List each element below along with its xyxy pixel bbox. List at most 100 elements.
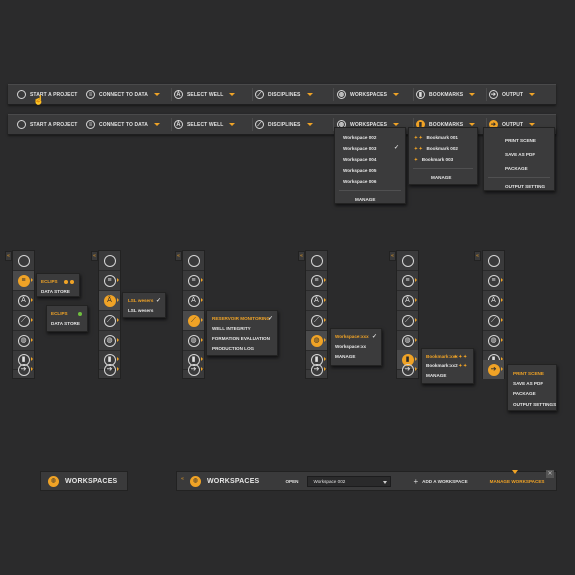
select-well-button[interactable]: Å bbox=[13, 291, 34, 311]
menu-item[interactable]: Workspace:xx bbox=[331, 342, 381, 352]
start-project-button[interactable] bbox=[13, 251, 34, 271]
start-project-button[interactable] bbox=[483, 251, 504, 271]
menu-item[interactable]: PRINT SCENE bbox=[484, 135, 554, 146]
menu-item[interactable]: PRINT SCENE bbox=[508, 369, 556, 379]
menu-item[interactable]: FORMATION EVALUATION bbox=[207, 334, 277, 344]
workspace-select[interactable]: Workspace 002 bbox=[307, 475, 392, 487]
connect-data-button[interactable]: ≡ bbox=[99, 271, 120, 291]
collapse-tab[interactable]: « bbox=[179, 475, 186, 487]
menu-item[interactable]: PACKAGE bbox=[484, 163, 554, 174]
start-project-button[interactable]: START A PROJECT bbox=[17, 115, 77, 134]
select-well-button[interactable]: Å SELECT WELL bbox=[174, 115, 236, 134]
collapse-tab[interactable]: « bbox=[5, 251, 12, 261]
menu-item[interactable]: ✦ Bookmark 003 bbox=[409, 154, 477, 165]
output-icon: ➔ bbox=[310, 363, 323, 376]
status-dot bbox=[76, 309, 82, 319]
menu-item[interactable]: Workspace 004 bbox=[335, 154, 405, 165]
menu-item[interactable]: Bookmark:xxx ✦✦✦ bbox=[422, 352, 473, 361]
menu-item[interactable]: LSL wesers bbox=[123, 306, 165, 316]
manage-item[interactable]: MANAGE bbox=[422, 370, 473, 382]
start-project-button[interactable] bbox=[306, 251, 327, 271]
collapse-tab[interactable]: « bbox=[474, 251, 481, 261]
select-well-button[interactable]: Å bbox=[306, 291, 327, 311]
collapse-tab[interactable]: « bbox=[298, 251, 305, 261]
menu-item[interactable]: ✦✦ Bookmark 002 bbox=[409, 143, 477, 154]
output-button[interactable]: ➔ bbox=[483, 360, 504, 379]
menu-item[interactable]: SAVE AS PDF bbox=[484, 149, 554, 160]
menu-item[interactable]: RESERVOIR MONITORING ✓ bbox=[207, 314, 277, 324]
workspaces-icon: ◍ bbox=[103, 334, 116, 347]
plus-icon[interactable]: + bbox=[413, 477, 418, 486]
menu-item[interactable]: Workspace 002 bbox=[335, 132, 405, 143]
collapse-tab[interactable]: « bbox=[91, 251, 98, 261]
start-project-button[interactable] bbox=[397, 251, 418, 271]
vertical-toolbar-3: ≡ Å ⟋ ◍ ▮ ➔ bbox=[182, 250, 205, 379]
disciplines-button[interactable]: ⟋ bbox=[13, 311, 34, 331]
menu-item[interactable]: Workspace:xxx ✓ bbox=[331, 332, 381, 342]
close-icon[interactable]: ✕ bbox=[546, 470, 554, 478]
manage-item[interactable]: MANAGE bbox=[409, 172, 477, 183]
menu-item[interactable]: Bookmark:xx2 ✦✦ bbox=[422, 361, 473, 370]
manage-item[interactable]: MANAGE bbox=[335, 194, 405, 205]
start-project-button[interactable] bbox=[99, 251, 120, 271]
output-button[interactable]: ➔ bbox=[306, 360, 327, 379]
output-button[interactable]: ➔ bbox=[183, 360, 204, 379]
disciplines-button[interactable]: ⟋ DISCIPLINES bbox=[255, 115, 313, 134]
connect-data-button[interactable]: ≡ CONNECT TO DATA bbox=[86, 115, 160, 134]
manage-item[interactable]: MANAGE bbox=[331, 352, 381, 362]
menu-item[interactable]: SAVE AS PDF bbox=[508, 379, 556, 389]
workspaces-button[interactable]: ◍ bbox=[13, 331, 34, 351]
menu-item[interactable]: Workspace 003 ✓ bbox=[335, 143, 405, 154]
output-button[interactable]: ➔ bbox=[397, 360, 418, 379]
menu-item[interactable]: DATA STORE bbox=[37, 287, 79, 297]
workspaces-panel-collapsed[interactable]: ◍ WORKSPACES bbox=[40, 471, 128, 491]
output-button[interactable]: ➔ bbox=[13, 360, 34, 379]
chevron-right-icon bbox=[415, 278, 417, 282]
connect-data-button[interactable]: ≡ bbox=[397, 271, 418, 291]
disciplines-button[interactable]: ⟋ bbox=[306, 311, 327, 331]
menu-item[interactable]: ECLIPS bbox=[37, 277, 79, 287]
menu-item[interactable]: PACKAGE bbox=[508, 389, 556, 399]
menu-item[interactable]: WELL INTEGRITY bbox=[207, 324, 277, 334]
select-well-button[interactable]: Å bbox=[99, 291, 120, 311]
menu-item[interactable]: OUTPUT SETTINGS bbox=[508, 399, 556, 411]
output-button[interactable]: ➔ bbox=[99, 360, 120, 379]
disciplines-button[interactable]: ⟋ bbox=[99, 311, 120, 331]
workspaces-button[interactable]: ◍ bbox=[397, 331, 418, 351]
menu-item[interactable]: OUTPUT SETTING bbox=[484, 181, 554, 192]
workspaces-button[interactable]: ◍ bbox=[306, 331, 327, 351]
menu-item[interactable]: PRODUCTION LOG bbox=[207, 344, 277, 354]
menu-item[interactable]: ✦✦ Bookmark 001 bbox=[409, 132, 477, 143]
menu-item[interactable]: LSL wesers ✓ bbox=[123, 296, 165, 306]
connect-data-button[interactable]: ≡ bbox=[183, 271, 204, 291]
workspaces-button[interactable]: ◍ bbox=[183, 331, 204, 351]
connect-data-button[interactable]: ≡ bbox=[306, 271, 327, 291]
manage-workspaces-button[interactable]: MANAGE WORKSPACES bbox=[490, 469, 544, 484]
workspaces-button[interactable]: ◍ WORKSPACES bbox=[337, 85, 400, 104]
connect-data-button[interactable]: ≡ bbox=[13, 271, 34, 291]
disciplines-button[interactable]: ⟋ bbox=[483, 311, 504, 331]
connect-data-button[interactable]: ≡ bbox=[483, 271, 504, 291]
start-project-button[interactable] bbox=[183, 251, 204, 271]
bookmarks-button[interactable]: ▮ BOOKMARKS bbox=[416, 85, 476, 104]
divider bbox=[488, 177, 550, 178]
menu-item[interactable]: Workspace 005 bbox=[335, 165, 405, 176]
menu-item[interactable]: Workspace 006 bbox=[335, 176, 405, 187]
menu-item[interactable]: DATA STORE bbox=[47, 319, 87, 329]
menu-item[interactable]: ECLIPS bbox=[47, 309, 87, 319]
connect-data-button[interactable]: ≡ CONNECT TO DATA bbox=[86, 85, 160, 104]
add-workspace-button[interactable]: ADD A WORKSPACE bbox=[422, 479, 468, 484]
workspaces-button[interactable]: ◍ bbox=[99, 331, 120, 351]
disciplines-button[interactable]: ⟋ DISCIPLINES bbox=[255, 85, 313, 104]
workspaces-button[interactable]: ◍ bbox=[483, 331, 504, 351]
output-button[interactable]: ➔ OUTPUT bbox=[489, 85, 536, 104]
disciplines-button[interactable]: ⟋ bbox=[397, 311, 418, 331]
disciplines-button[interactable]: ⟋ bbox=[183, 311, 204, 331]
select-well-button[interactable]: Å bbox=[397, 291, 418, 311]
select-well-button[interactable]: Å bbox=[483, 291, 504, 311]
select-well-button[interactable]: Å bbox=[183, 291, 204, 311]
collapse-tab[interactable]: « bbox=[389, 251, 396, 261]
select-well-button[interactable]: Å SELECT WELL bbox=[174, 85, 236, 104]
collapse-tab[interactable]: « bbox=[175, 251, 182, 261]
start-project-button[interactable]: START A PROJECT bbox=[17, 85, 77, 104]
